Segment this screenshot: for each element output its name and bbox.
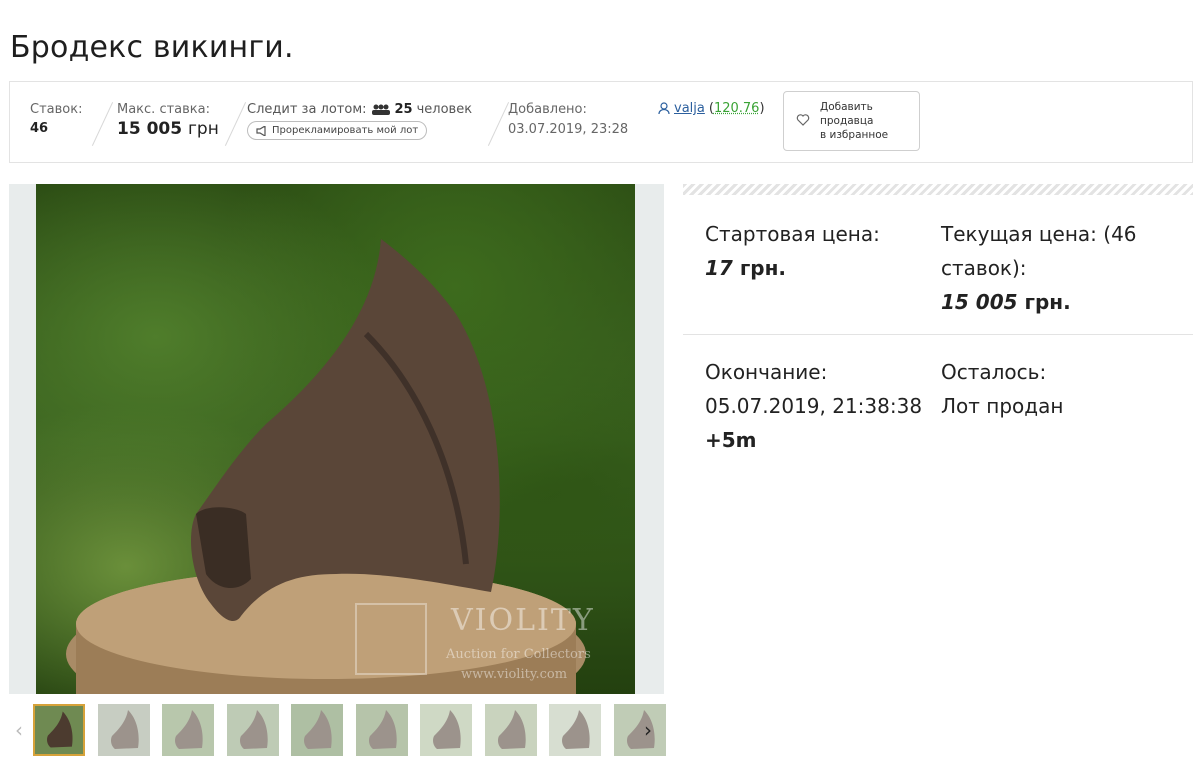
current-price-value: 15 005 грн.: [941, 290, 1071, 314]
add-seller-to-favorites-button[interactable]: Добавить продавца в избранное: [783, 91, 920, 151]
current-price-block: Текущая цена: (46 ставок): 15 005 грн.: [941, 217, 1137, 319]
page-title: Бродекс викинги.: [10, 30, 294, 65]
bids-value: 46: [30, 121, 49, 136]
gallery-thumbnail[interactable]: [226, 704, 279, 756]
time-left-value: Лот продан: [941, 394, 1064, 418]
seller-rating-link[interactable]: 120.76: [714, 101, 760, 116]
watch-label: Следит за лотом:: [247, 102, 367, 117]
watermark-tagline: Auction for Collectors: [445, 647, 591, 662]
start-price-value: 17 грн.: [705, 256, 786, 280]
start-price-label: Стартовая цена:: [705, 222, 880, 246]
start-price-block: Стартовая цена: 17 грн.: [705, 217, 880, 285]
max-bid-stat: Макс. ставка: 15 005 грн: [117, 102, 219, 139]
ending-row: Окончание: 05.07.2019, 21:38:38 +5m Оста…: [683, 335, 1193, 475]
gallery-thumbnail[interactable]: [420, 704, 472, 756]
current-price-label: Текущая цена: (46: [941, 222, 1137, 246]
seller-name-link[interactable]: valja: [674, 101, 705, 116]
divider: [487, 102, 510, 146]
price-row: Стартовая цена: 17 грн. Текущая цена: (4…: [683, 195, 1193, 335]
end-value: 05.07.2019, 21:38:38: [705, 394, 923, 418]
added-stat: Добавлено: 03.07.2019, 23:28: [508, 102, 628, 137]
chevron-right-icon[interactable]: ›: [644, 718, 652, 742]
seller-info: valja (120.76): [658, 101, 765, 116]
time-left-label: Осталось:: [941, 360, 1047, 384]
gallery-thumbnail[interactable]: [291, 704, 343, 756]
gallery-thumbnail[interactable]: [355, 704, 408, 756]
added-value: 03.07.2019, 23:28: [508, 122, 629, 137]
end-time-block: Окончание: 05.07.2019, 21:38:38 +5m: [705, 355, 922, 457]
gallery-thumbnail[interactable]: [613, 704, 666, 756]
gallery-thumbnail[interactable]: [97, 704, 150, 756]
watch-unit: человек: [416, 102, 473, 117]
end-label: Окончание:: [705, 360, 828, 384]
stripe-divider: [683, 184, 1193, 195]
price-panel: Стартовая цена: 17 грн. Текущая цена: (4…: [683, 184, 1193, 475]
watermark-brand: VIOLITY: [450, 603, 595, 638]
end-extension: +5m: [705, 428, 757, 452]
lot-stats-bar: Ставок: 46 Макс. ставка: 15 005 грн След…: [9, 81, 1193, 163]
max-bid-value: 15 005 грн: [117, 119, 219, 139]
added-label: Добавлено:: [508, 102, 587, 117]
user-icon: [658, 102, 670, 115]
axe-head-image: VIOLITY Auction for Collectors www.violi…: [66, 239, 595, 694]
thumbnail-strip: ‹ ›: [9, 700, 666, 762]
gallery-thumbnail[interactable]: [484, 704, 537, 756]
gallery-thumbnail[interactable]: [549, 704, 601, 756]
users-icon: [371, 104, 390, 115]
heart-icon: [796, 114, 810, 126]
watch-count: 25: [394, 102, 413, 117]
watchers-stat: Следит за лотом: 25 человек Прорекламиро…: [247, 102, 472, 140]
max-bid-label: Макс. ставка:: [117, 102, 210, 117]
gallery-thumbnail[interactable]: [162, 704, 214, 756]
lot-photo[interactable]: VIOLITY Auction for Collectors www.violi…: [36, 184, 635, 694]
promote-lot-button[interactable]: Прорекламировать мой лот: [247, 121, 428, 140]
time-left-block: Осталось: Лот продан: [941, 355, 1063, 423]
main-photo-viewer[interactable]: VIOLITY Auction for Collectors www.violi…: [9, 184, 664, 694]
promote-lot-label: Прорекламировать мой лот: [272, 125, 419, 136]
watermark-site: www.violity.com: [461, 667, 567, 682]
bids-stat: Ставок: 46: [30, 102, 82, 136]
bids-label: Ставок:: [30, 102, 83, 117]
divider: [91, 102, 114, 146]
megaphone-icon: [256, 125, 266, 136]
divider: [224, 102, 247, 146]
chevron-left-icon[interactable]: ‹: [15, 718, 23, 742]
gallery-thumbnail[interactable]: [33, 704, 85, 756]
